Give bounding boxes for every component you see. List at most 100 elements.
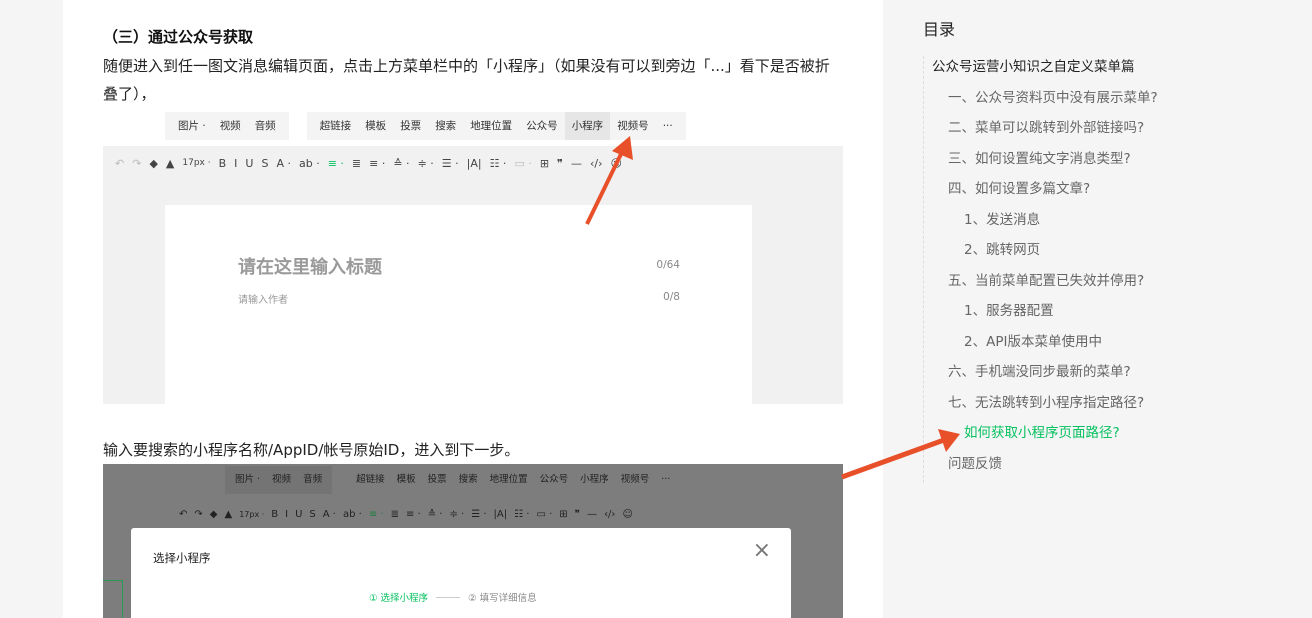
section-title: （三）通过公众号获取 [103, 28, 254, 46]
toc-item[interactable]: 六、手机端没同步最新的菜单? [924, 361, 1223, 392]
tab-link: 超链接 [356, 474, 385, 485]
step-divider [436, 596, 461, 598]
divider-icon: — [570, 156, 582, 170]
focused-field-edge [103, 580, 123, 618]
tab-mini-program: 小程序 [564, 112, 611, 140]
table-icon: ⊞ [539, 156, 550, 170]
list-icon: ☷ · [514, 508, 530, 520]
toc-title: 目录 [923, 20, 956, 39]
divider-icon: — [587, 508, 598, 520]
dialog-toolbar: ↶ ↷ ◆ ▲ 17px · B I U S A · ab · ≡ · ≣ ≡ … [179, 500, 640, 528]
tab-vote: 投票 [427, 474, 447, 485]
tab-location: 地理位置 [470, 120, 513, 132]
code-icon: ‹/› [589, 156, 603, 170]
emoji-icon: ☺ [622, 508, 633, 520]
dialog-steps: ① 选择小程序 ② 填写详细信息 [369, 590, 537, 604]
tab-mini-program: 小程序 [580, 474, 609, 485]
align-right-icon: ≡ · [369, 156, 386, 170]
align-center-icon: ≣ [390, 508, 399, 520]
tab-group-media: 图片 · 视频 音频 [165, 112, 289, 140]
tab-template: 模板 [365, 120, 387, 132]
quote-icon: ❞ [557, 156, 563, 170]
step-select: ① 选择小程序 [369, 593, 429, 604]
toc-item[interactable]: 一、公众号资料页中没有展示菜单? [924, 87, 1223, 118]
tab-video: 视频 [219, 120, 241, 132]
tab-more: ··· [661, 474, 671, 485]
font-size-select: 17px · [182, 158, 211, 168]
tab-more: ··· [662, 120, 673, 132]
letter-spacing-icon: |A| [466, 156, 482, 170]
align-center-icon: ≣ [351, 156, 362, 170]
tab-group-media-dim: 图片 · 视频 音频 [225, 466, 333, 494]
toc-item[interactable]: 1、服务器配置 [924, 300, 1223, 331]
toc-item[interactable]: 2、API版本菜单使用中 [924, 331, 1223, 362]
paragraph-spacing-icon: ≑ · [449, 508, 465, 520]
tab-audio: 音频 [254, 120, 276, 132]
font-size-select: 17px · [239, 509, 265, 519]
toc-item[interactable]: 二、菜单可以跳转到外部链接吗? [924, 117, 1223, 148]
letter-spacing-icon: |A| [493, 508, 508, 520]
editor-canvas: 请在这里输入标题 0/64 请输入作者 0/8 [165, 205, 752, 404]
tab-image: 图片 · [235, 474, 261, 485]
tab-audio: 音频 [303, 474, 323, 485]
toc-item[interactable]: 七、无法跳转到小程序指定路径? [924, 392, 1223, 423]
tab-search: 搜索 [458, 474, 478, 485]
background-color-icon: ab · [342, 508, 362, 520]
tab-template: 模板 [396, 474, 416, 485]
article-body: （三）通过公众号获取 随便进入到任一图文消息编辑页面，点击上方菜单栏中的「小程序… [63, 0, 883, 618]
background-color-icon: ab · [298, 156, 320, 170]
paragraph-spacing-icon: ≑ · [417, 156, 434, 170]
redo-icon: ↷ [194, 508, 203, 520]
border-icon: ▭ · [536, 508, 553, 520]
toc-item[interactable]: 五、当前菜单配置已失效并停用? [924, 270, 1223, 301]
paragraph-instructions: 随便进入到任一图文消息编辑页面，点击上方菜单栏中的「小程序」（如果没有可以到旁边… [103, 57, 830, 103]
eraser-icon: ◆ [209, 508, 218, 520]
help-page: （三）通过公众号获取 随便进入到任一图文消息编辑页面，点击上方菜单栏中的「小程序… [0, 0, 1312, 618]
author-count: 0/8 [663, 291, 680, 303]
table-icon: ⊞ [559, 508, 568, 520]
italic-icon: I [285, 508, 289, 520]
tab-vote: 投票 [400, 120, 422, 132]
tab-group-insert-dim: 超链接 模板 投票 搜索 地理位置 公众号 小程序 视频号 ··· [346, 466, 680, 494]
toc-item[interactable]: 四、如何设置多篇文章? [924, 178, 1223, 209]
tab-official-account: 公众号 [539, 474, 569, 485]
brush-icon: ▲ [165, 156, 175, 170]
line-height-icon: ≙ · [393, 156, 410, 170]
redo-icon: ↷ [132, 156, 142, 170]
editor-toolbar: ↶ ↷ ◆ ▲ 17px · B I U S A · ab · ≡ · ≣ ≡ … [103, 146, 843, 180]
font-color-icon: A · [322, 508, 336, 520]
tab-group-insert: 超链接 模板 投票 搜索 地理位置 公众号 小程序 视频号 ··· [306, 112, 686, 140]
dialog-title: 选择小程序 [153, 551, 211, 565]
tab-link: 超链接 [319, 120, 352, 132]
underline-icon: U [245, 156, 254, 170]
italic-icon: I [234, 156, 238, 170]
eraser-icon: ◆ [149, 156, 158, 170]
line-height-icon: ≙ · [427, 508, 443, 520]
underline-icon: U [295, 508, 303, 520]
toc-item[interactable]: 1、发送消息 [924, 209, 1223, 240]
toc-item[interactable]: 公众号运营小知识之自定义菜单篇 [924, 56, 1223, 87]
dialog-screenshot: 图片 · 视频 音频 超链接 模板 投票 搜索 地理位置 公众号 小程序 视频号… [103, 464, 843, 618]
toc-list: 公众号运营小知识之自定义菜单篇 一、公众号资料页中没有展示菜单? 二、菜单可以跳… [923, 56, 1223, 483]
title-placeholder: 请在这里输入标题 [238, 257, 382, 278]
select-mini-program-dialog: 选择小程序 × ① 选择小程序 ② 填写详细信息 [131, 528, 791, 618]
undo-icon: ↶ [115, 156, 125, 170]
tab-channels: 视频号 [620, 474, 650, 485]
indent-icon: ☰ · [441, 156, 459, 170]
strikethrough-icon: S [261, 156, 269, 170]
undo-icon: ↶ [179, 508, 188, 520]
bold-icon: B [271, 508, 279, 520]
align-left-icon: ≡ · [327, 156, 344, 170]
quote-icon: ❞ [574, 508, 581, 520]
toc-item[interactable]: 问题反馈 [924, 453, 1223, 484]
emoji-icon: ☺ [610, 156, 622, 170]
toc-item-active[interactable]: 如何获取小程序页面路径? [924, 422, 1223, 453]
indent-icon: ☰ · [471, 508, 487, 520]
brush-icon: ▲ [224, 508, 233, 520]
tab-search: 搜索 [435, 120, 457, 132]
step-details: ② 填写详细信息 [468, 593, 537, 604]
toc-item[interactable]: 2、跳转网页 [924, 239, 1223, 270]
strikethrough-icon: S [309, 508, 316, 520]
editor-screenshot: 图片 · 视频 音频 超链接 模板 投票 搜索 地理位置 公众号 小程序 视频号… [103, 110, 843, 404]
toc-item[interactable]: 三、如何设置纯文字消息类型? [924, 148, 1223, 179]
